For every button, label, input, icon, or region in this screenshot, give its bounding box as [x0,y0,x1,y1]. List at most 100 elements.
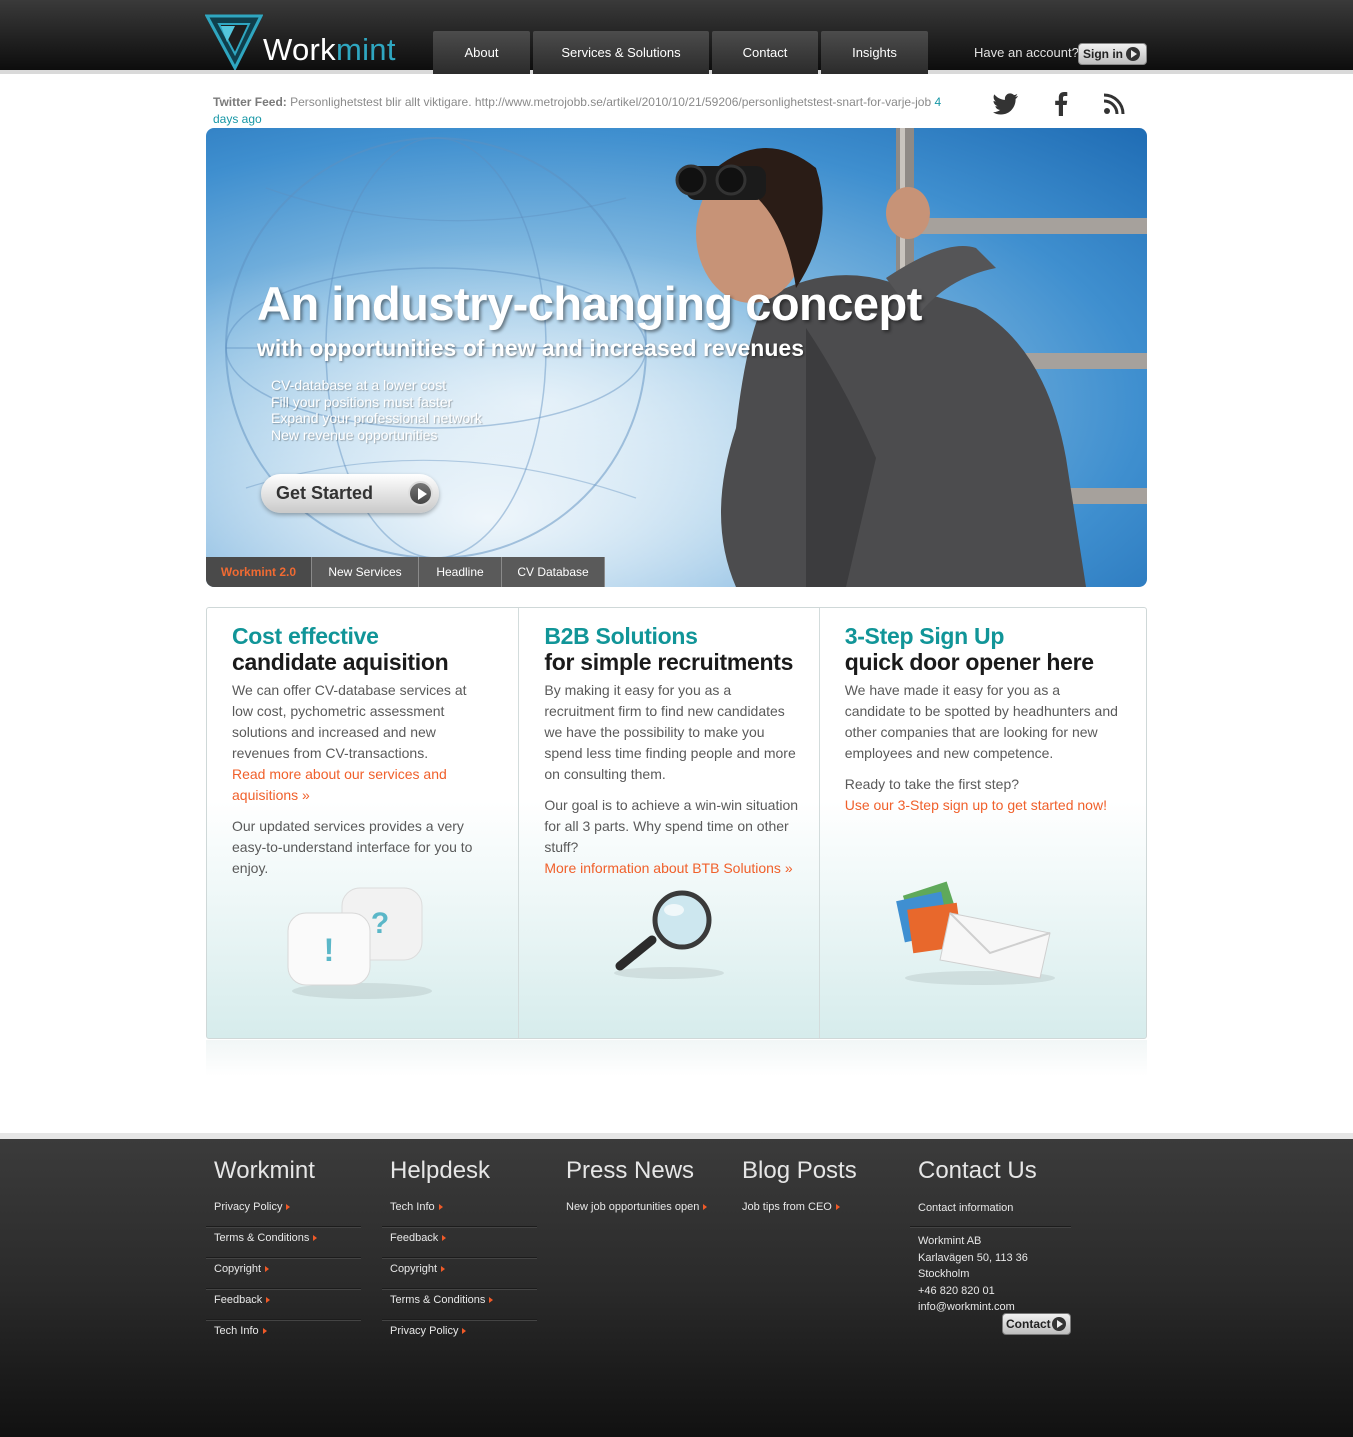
get-started-button[interactable]: Get Started [261,474,439,513]
footer-contact-column: Contact Us Contact information Workmint … [910,1157,1071,1316]
get-started-label: Get Started [276,483,374,503]
footer-heading: Press News [566,1157,695,1184]
footer-link[interactable]: Feedback [206,1290,361,1320]
facebook-link[interactable] [1050,90,1072,118]
contact-subtitle: Contact information [910,1197,1071,1227]
footer-link[interactable]: Privacy Policy [382,1321,537,1351]
contact-button-label: Contact [1006,1317,1051,1331]
arrow-right-icon [441,1266,446,1272]
hero-tabs: Workmint 2.0 New Services Headline CV Da… [206,557,605,587]
feature-cost-effective: Cost effective candidate aquisition We c… [207,608,520,1038]
twitter-icon [993,93,1018,115]
sign-up-link[interactable]: Use our 3-Step sign up to get started no… [845,797,1107,813]
arrow-right-icon [313,1235,318,1241]
company-name: Workmint AB [918,1235,982,1247]
twitter-link[interactable] [990,90,1022,118]
hero-bullet: Expand your professional network [271,410,482,427]
feature-link-wrapper: Read more about our services and aquisit… [232,764,488,806]
footer-helpdesk-column: Helpdesk Tech Info Feedback Copyright Te… [382,1157,537,1352]
footer-link[interactable]: Copyright [382,1259,537,1289]
btb-solutions-link[interactable]: More information about BTB Solutions » [544,860,792,876]
facebook-icon [1055,92,1068,116]
feature-link-wrapper: Use our 3-Step sign up to get started no… [845,795,1121,816]
footer: Workmint Privacy Policy Terms & Conditio… [0,1133,1353,1437]
hero-bullet: New revenue opportunities [271,427,438,444]
arrow-right-icon [462,1328,467,1334]
logo-mark-icon [205,14,263,70]
speech-bubbles-icon: ? ! [287,887,432,999]
feature-text: Ready to take the first step? [844,776,1020,792]
top-bar: Workmint About Services & Solutions Cont… [0,0,1353,74]
rss-link[interactable] [1100,90,1128,118]
tab-headline[interactable]: Headline [419,557,502,587]
feature-title: Cost effective candidate aquisition [232,623,449,675]
footer-heading: Helpdesk [390,1157,491,1184]
feature-text: By making it easy for you as a recruitme… [544,682,796,782]
sign-in-button[interactable]: Sign in [1078,43,1147,65]
arrow-right-icon [835,1204,840,1210]
nav-about[interactable]: About [433,31,530,74]
main-nav: About Services & Solutions Contact Insig… [433,31,928,74]
feature-columns: Cost effective candidate aquisition We c… [206,607,1147,1039]
footer-link[interactable]: Tech Info [206,1321,361,1351]
footer-link[interactable]: Copyright [206,1259,361,1289]
services-link[interactable]: Read more about our services and aquisit… [232,766,447,803]
city: Stockholm [918,1268,970,1280]
footer-heading: Contact Us [918,1157,1037,1184]
arrow-right-icon [1126,47,1140,61]
footer-heading: Workmint [214,1157,315,1184]
footer-link[interactable]: Privacy Policy [206,1197,361,1227]
columns-reflection [206,1040,1147,1076]
tweet-text[interactable]: Personlighetstest blir allt viktigare. h… [290,95,931,109]
tab-new-services[interactable]: New Services [312,557,419,587]
feature-text: Our goal is to achieve a win-win situati… [544,797,799,855]
arrow-right-icon [265,1266,270,1272]
arrow-right-icon [262,1328,267,1334]
logo-text: Workmint [263,32,396,67]
street-address: Karlavägen 50, 113 36 [918,1251,1028,1264]
footer-link[interactable]: Job tips from CEO [734,1197,889,1227]
hero-bullet-list: CV-database at a lower cost Fill your po… [271,377,482,444]
hero-banner: An industry-changing concept with opport… [206,128,1147,587]
arrow-right-icon [1052,1317,1066,1331]
feature-b2b-solutions: B2B Solutions for simple recruitments By… [519,608,820,1038]
twitter-feed-label: Twitter Feed: [213,95,287,109]
arrow-right-icon [266,1297,271,1303]
arrow-right-icon [489,1297,494,1303]
hero-bullet: Fill your positions must faster [271,393,453,410]
contact-button[interactable]: Contact [1002,1313,1071,1335]
footer-link[interactable]: Tech Info [382,1197,537,1227]
account-prompt: Have an account? [974,45,1079,60]
sign-in-label: Sign in [1083,47,1123,61]
nav-contact[interactable]: Contact [712,31,818,74]
svg-text:?: ? [371,907,389,940]
footer-blog-column: Blog Posts Job tips from CEO [734,1157,889,1228]
tab-cv-database[interactable]: CV Database [502,557,605,587]
play-icon [408,481,433,506]
contact-info: Workmint AB Karlavägen 50, 113 36 Stockh… [910,1233,1071,1316]
footer-link[interactable]: Terms & Conditions [382,1290,537,1320]
footer-link[interactable]: Feedback [382,1228,537,1258]
feature-title: 3-Step Sign Up quick door opener here [844,623,1094,675]
footer-link[interactable]: New job opportunities open [558,1197,713,1227]
hero-subtitle: with opportunities of new and increased … [257,335,804,361]
feature-text: Our updated services provides a very eas… [232,818,473,876]
svg-text:!: ! [324,932,335,968]
footer-workmint-column: Workmint Privacy Policy Terms & Conditio… [206,1157,361,1352]
feature-text: We have made it easy for you as a candid… [844,682,1118,761]
nav-insights[interactable]: Insights [821,31,928,74]
hero-bullet: CV-database at a lower cost [271,377,447,393]
phone: +46 820 820 01 [918,1284,995,1297]
feature-title: B2B Solutions for simple recruitments [544,623,794,675]
arrow-right-icon [438,1204,443,1210]
nav-services-solutions[interactable]: Services & Solutions [533,31,709,74]
magnifier-icon [614,890,725,979]
workmint-logo[interactable]: Workmint [205,12,405,72]
rss-icon [1103,93,1125,115]
arrow-right-icon [442,1235,447,1241]
hero-title: An industry-changing concept [257,277,922,330]
footer-press-column: Press News New job opportunities open [558,1157,713,1228]
feature-text: We can offer CV-database services at low… [232,682,467,761]
footer-link[interactable]: Terms & Conditions [206,1228,361,1258]
tab-workmint-2[interactable]: Workmint 2.0 [206,557,312,587]
